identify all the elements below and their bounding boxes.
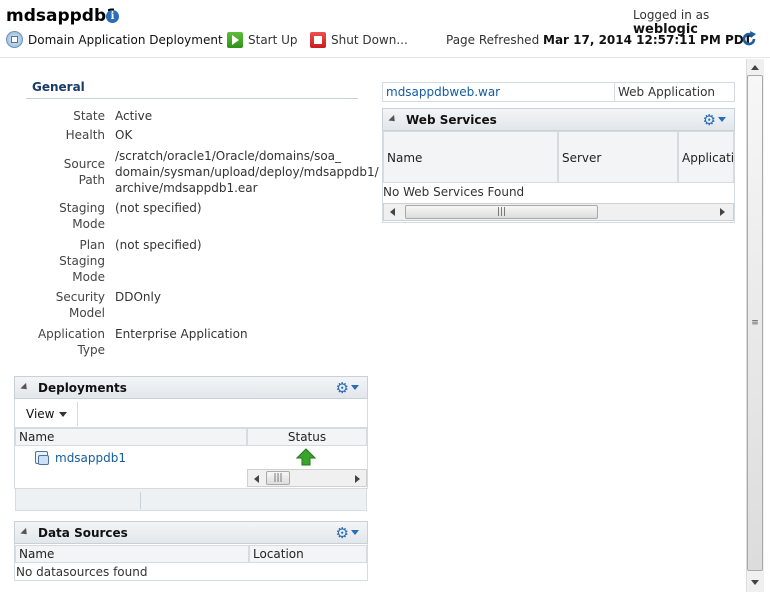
collapse-icon[interactable]	[20, 382, 30, 393]
menu-label: Domain Application Deployment	[28, 32, 223, 47]
security-model-value: DDOnly	[115, 290, 161, 304]
collapse-icon[interactable]	[20, 527, 30, 538]
view-menu-button[interactable]: View	[16, 402, 78, 426]
source-path-line: /scratch/oracle1/Oracle/domains/soa_	[115, 149, 342, 163]
staging-label-line: Staging	[59, 201, 105, 215]
security-label-line: Security	[55, 290, 105, 304]
staging-label-line: Staging	[59, 254, 105, 268]
scroll-right-icon[interactable]	[355, 475, 360, 483]
scroll-right-icon[interactable]	[720, 208, 725, 216]
model-label-line: Model	[68, 306, 105, 320]
source-label-line: Source	[63, 157, 105, 171]
deployment-name-link[interactable]: mdsappdb1	[55, 451, 126, 465]
logged-in-label: Logged in as	[633, 8, 710, 22]
page-title: mdsappdb1	[6, 6, 118, 26]
mode-label-line: Mode	[72, 270, 105, 284]
plan-staging-mode-label: Plan Staging Mode	[20, 237, 105, 285]
web-services-title: Web Services	[406, 112, 497, 127]
gear-icon[interactable]: ⚙	[336, 379, 359, 397]
data-sources-col-location[interactable]: Location	[249, 545, 367, 563]
start-up-button[interactable]: Start Up	[227, 32, 298, 48]
shut-down-button[interactable]: Shut Down...	[310, 32, 408, 48]
start-up-label: Start Up	[248, 33, 298, 47]
staging-mode-label: Staging Mode	[20, 200, 105, 232]
page-refreshed-label: Page Refreshed	[446, 33, 540, 47]
source-path-line: archive/mdsappdb1.ear	[115, 181, 258, 195]
header-divider	[0, 57, 770, 58]
info-icon[interactable]: i	[106, 10, 119, 23]
domain-app-icon	[6, 31, 23, 48]
web-services-header: Web Services ⚙	[382, 108, 735, 131]
deployments-hscrollbar[interactable]	[247, 469, 367, 487]
deployments-footer	[15, 489, 367, 511]
footer-divider	[140, 492, 141, 509]
scroll-left-icon[interactable]	[390, 208, 395, 216]
table-row[interactable]: mdsappdb1	[34, 450, 126, 466]
status-up-icon	[295, 448, 317, 469]
data-sources-empty: No datasources found	[16, 565, 148, 579]
application-label-line: Application	[37, 327, 105, 341]
scroll-left-icon[interactable]	[254, 475, 259, 483]
deployments-col-name[interactable]: Name	[15, 428, 247, 446]
modules-col-divider	[614, 83, 615, 101]
start-icon	[227, 32, 243, 48]
scroll-thumb[interactable]: |||	[405, 205, 598, 219]
web-services-col-application[interactable]: Application	[678, 131, 734, 183]
web-services-col-server[interactable]: Server	[558, 131, 678, 183]
scroll-down-icon[interactable]	[751, 580, 759, 585]
general-divider	[26, 98, 358, 99]
application-icon	[34, 450, 50, 466]
page-refreshed: Page Refreshed Mar 17, 2014 12:57:11 PM …	[446, 33, 752, 47]
page-refreshed-time: Mar 17, 2014 12:57:11 PM PDT	[543, 33, 752, 47]
refresh-icon[interactable]	[740, 30, 758, 51]
target-menu-button[interactable]: Domain Application Deployment	[6, 31, 236, 48]
health-value: OK	[115, 128, 133, 142]
scroll-up-icon[interactable]	[751, 65, 759, 70]
general-title: General	[32, 80, 85, 94]
plan-staging-mode-value: (not specified)	[115, 238, 202, 252]
data-sources-col-name[interactable]: Name	[15, 545, 249, 563]
security-model-label: Security Model	[20, 289, 105, 321]
gear-icon[interactable]: ⚙	[703, 111, 726, 129]
state-label: State	[73, 109, 105, 123]
page-scroll-thumb[interactable]: ≡	[747, 75, 763, 571]
web-services-col-name[interactable]: Name	[383, 131, 558, 183]
source-path-value: /scratch/oracle1/Oracle/domains/soa_ dom…	[115, 148, 379, 196]
data-sources-title: Data Sources	[38, 525, 128, 540]
plan-label-line: Plan	[79, 238, 105, 252]
source-path-label: Source Path	[20, 156, 105, 188]
application-type-value: Enterprise Application	[115, 327, 248, 341]
staging-mode-value: (not specified)	[115, 201, 202, 215]
module-type: Web Application	[618, 85, 716, 99]
application-type-label: Application Type	[20, 326, 105, 358]
collapse-icon[interactable]	[388, 114, 398, 125]
web-services-empty: No Web Services Found	[383, 185, 525, 199]
shut-down-label: Shut Down...	[331, 33, 408, 47]
deployments-col-status[interactable]: Status	[247, 428, 367, 446]
stop-icon	[310, 32, 326, 48]
state-value: Active	[115, 109, 153, 123]
deployments-header: Deployments ⚙	[14, 376, 368, 399]
health-label: Health	[65, 128, 105, 142]
mode-label-line: Mode	[72, 217, 105, 231]
scroll-thumb[interactable]: |||	[266, 471, 290, 485]
view-label: View	[26, 407, 55, 421]
gear-icon[interactable]: ⚙	[336, 524, 359, 542]
module-name-link[interactable]: mdsappdbweb.war	[386, 85, 500, 99]
type-label-line: Type	[77, 343, 105, 357]
chevron-down-icon	[59, 411, 68, 417]
data-sources-header: Data Sources ⚙	[14, 521, 368, 544]
source-path-line: domain/sysman/upload/deploy/mdsappdb1/	[115, 165, 379, 179]
path-label-line: Path	[78, 173, 105, 187]
deployments-title: Deployments	[38, 380, 127, 395]
